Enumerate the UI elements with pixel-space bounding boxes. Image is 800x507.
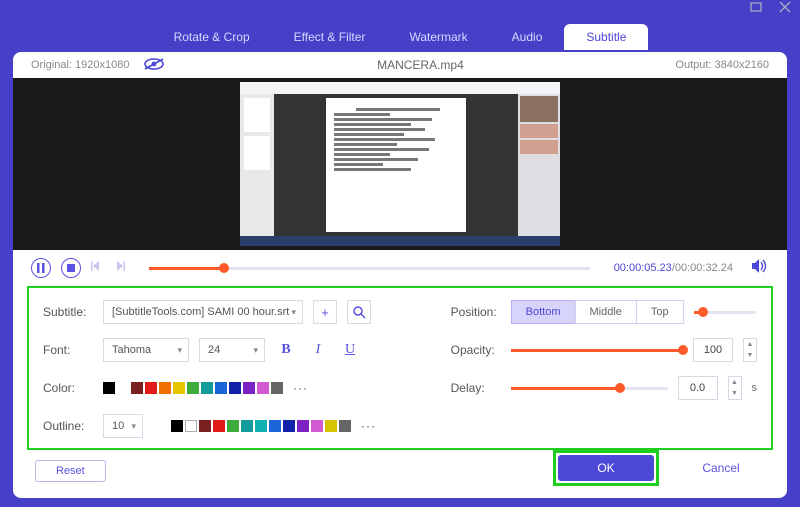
- position-bottom[interactable]: Bottom: [511, 300, 576, 324]
- position-slider[interactable]: [694, 311, 756, 314]
- time-duration: 00:00:32.24: [675, 262, 733, 274]
- color-swatch[interactable]: [103, 382, 115, 394]
- ok-highlight: OK: [553, 450, 659, 486]
- italic-button[interactable]: I: [307, 339, 329, 361]
- subtitle-label: Subtitle:: [43, 305, 93, 319]
- time-display: 00:00:05.23/00:00:32.24: [614, 262, 733, 274]
- outline-swatch[interactable]: [241, 420, 253, 432]
- position-middle[interactable]: Middle: [575, 300, 637, 324]
- transport-bar: 00:00:05.23/00:00:32.24: [13, 250, 787, 286]
- tab-audio[interactable]: Audio: [490, 24, 565, 50]
- tab-rotate-crop[interactable]: Rotate & Crop: [152, 24, 272, 50]
- more-outline-colors-button[interactable]: ···: [361, 419, 376, 433]
- prev-frame-button[interactable]: [91, 259, 103, 277]
- stop-button[interactable]: [61, 258, 81, 278]
- footer-buttons: OK Cancel: [553, 450, 769, 486]
- color-swatch[interactable]: [201, 382, 213, 394]
- color-swatch[interactable]: [271, 382, 283, 394]
- opacity-slider[interactable]: [511, 349, 683, 352]
- outline-swatch[interactable]: [255, 420, 267, 432]
- delay-label: Delay:: [451, 381, 501, 395]
- next-frame-button[interactable]: [113, 259, 125, 277]
- color-swatch[interactable]: [159, 382, 171, 394]
- font-size-dropdown[interactable]: 24: [199, 338, 265, 362]
- minimize-button[interactable]: [750, 0, 764, 19]
- position-label: Position:: [451, 305, 501, 319]
- output-resolution-label: Output: 3840x2160: [675, 59, 769, 71]
- outline-swatch[interactable]: [199, 420, 211, 432]
- delay-slider[interactable]: [511, 387, 668, 390]
- search-subtitle-button[interactable]: [347, 300, 371, 324]
- main-panel: Original: 1920x1080 MANCERA.mp4 Output: …: [13, 52, 787, 498]
- preview-frame: [240, 82, 560, 246]
- more-colors-button[interactable]: ···: [293, 381, 308, 395]
- color-swatch[interactable]: [215, 382, 227, 394]
- outline-swatch[interactable]: [283, 420, 295, 432]
- color-swatch[interactable]: [131, 382, 143, 394]
- outline-swatches: [171, 420, 351, 432]
- titlebar: [0, 0, 800, 18]
- position-top[interactable]: Top: [636, 300, 684, 324]
- opacity-spinner[interactable]: ▲▼: [743, 338, 757, 362]
- visibility-icon[interactable]: [143, 57, 165, 74]
- tab-effect-filter[interactable]: Effect & Filter: [272, 24, 388, 50]
- position-segmented: Bottom Middle Top: [511, 300, 684, 324]
- color-swatches: [103, 382, 283, 394]
- reset-button[interactable]: Reset: [35, 460, 106, 482]
- color-label: Color:: [43, 381, 93, 395]
- outline-swatch[interactable]: [185, 420, 197, 432]
- bold-button[interactable]: B: [275, 339, 297, 361]
- outline-swatch[interactable]: [227, 420, 239, 432]
- original-resolution-label: Original: 1920x1080: [31, 59, 129, 71]
- cancel-button[interactable]: Cancel: [673, 455, 769, 481]
- outline-size-dropdown[interactable]: 10: [103, 414, 143, 438]
- underline-button[interactable]: U: [339, 339, 361, 361]
- close-button[interactable]: [778, 0, 792, 19]
- delay-spinner[interactable]: ▲▼: [728, 376, 742, 400]
- color-swatch[interactable]: [243, 382, 255, 394]
- delay-value[interactable]: 0.0: [678, 376, 718, 400]
- volume-icon[interactable]: [751, 258, 769, 279]
- tab-watermark[interactable]: Watermark: [387, 24, 489, 50]
- ok-button[interactable]: OK: [558, 455, 654, 481]
- color-swatch[interactable]: [173, 382, 185, 394]
- outline-swatch[interactable]: [297, 420, 309, 432]
- subtitle-file-dropdown[interactable]: [SubtitleTools.com] SAMI 00 hour.srt: [103, 300, 303, 324]
- video-preview: [13, 78, 787, 250]
- add-subtitle-button[interactable]: +: [313, 300, 337, 324]
- color-swatch[interactable]: [257, 382, 269, 394]
- tab-bar: Rotate & Crop Effect & Filter Watermark …: [0, 24, 800, 50]
- subtitle-settings: Subtitle: [SubtitleTools.com] SAMI 00 ho…: [27, 286, 773, 450]
- font-family-dropdown[interactable]: Tahoma: [103, 338, 189, 362]
- meta-row: Original: 1920x1080 MANCERA.mp4 Output: …: [13, 52, 787, 78]
- tab-subtitle[interactable]: Subtitle: [564, 24, 648, 50]
- outline-swatch[interactable]: [213, 420, 225, 432]
- color-swatch[interactable]: [229, 382, 241, 394]
- seek-slider[interactable]: [149, 267, 590, 270]
- outline-swatch[interactable]: [339, 420, 351, 432]
- opacity-value[interactable]: 100: [693, 338, 733, 362]
- time-current: 00:00:05.23: [614, 262, 672, 274]
- font-label: Font:: [43, 343, 93, 357]
- outline-swatch[interactable]: [311, 420, 323, 432]
- filename-label: MANCERA.mp4: [377, 58, 464, 72]
- color-swatch[interactable]: [145, 382, 157, 394]
- pause-button[interactable]: [31, 258, 51, 278]
- outline-swatch[interactable]: [171, 420, 183, 432]
- outline-swatch[interactable]: [325, 420, 337, 432]
- color-swatch[interactable]: [187, 382, 199, 394]
- opacity-label: Opacity:: [451, 343, 501, 357]
- delay-unit: s: [752, 382, 758, 394]
- outline-swatch[interactable]: [269, 420, 281, 432]
- color-swatch[interactable]: [117, 382, 129, 394]
- outline-label: Outline:: [43, 419, 93, 433]
